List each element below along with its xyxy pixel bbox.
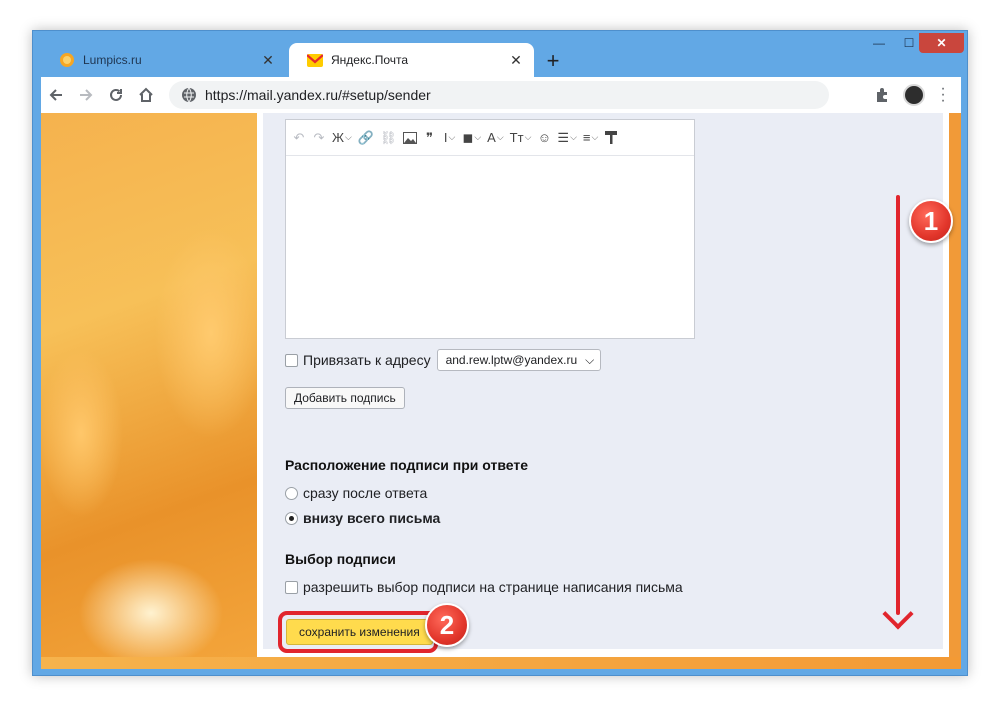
- placement-heading: Расположение подписи при ответе: [285, 457, 529, 473]
- emoji-icon[interactable]: ☺: [535, 127, 553, 149]
- bind-address-row: Привязать к адресу and.rew.lptw@yandex.r…: [285, 349, 602, 371]
- link-icon[interactable]: 🔗: [356, 127, 376, 149]
- tab-strip: Lumpics.ru ✕ Яндекс.Почта ✕ + — ☐ ✕: [33, 31, 967, 77]
- tab-close-icon[interactable]: ✕: [508, 52, 524, 68]
- page-viewport: ↶ ↷ Ж ⌵ 🔗 ⛓ ❞ I ⌵ ◼ ⌵ A ⌵ Tт ⌵ ☺ ☰ ⌵ ≡ ⌵…: [41, 113, 961, 669]
- orange-background-edge: [949, 113, 961, 669]
- annotation-highlight-box: [278, 611, 438, 653]
- signature-settings: ↶ ↷ Ж ⌵ 🔗 ⛓ ❞ I ⌵ ◼ ⌵ A ⌵ Tт ⌵ ☺ ☰ ⌵ ≡ ⌵…: [263, 113, 953, 653]
- globe-icon: [181, 87, 197, 103]
- font-color-icon[interactable]: A ⌵: [485, 127, 506, 149]
- align-icon[interactable]: ≡ ⌵: [581, 127, 600, 149]
- browser-window: Lumpics.ru ✕ Яндекс.Почта ✕ + — ☐ ✕ http…: [32, 30, 968, 676]
- allow-choice-label: разрешить выбор подписи на странице напи…: [303, 579, 683, 595]
- close-window-button[interactable]: ✕: [919, 33, 964, 53]
- image-icon[interactable]: [401, 127, 419, 149]
- choice-option-row[interactable]: разрешить выбор подписи на странице напи…: [285, 579, 683, 595]
- tab-title: Яндекс.Почта: [331, 53, 409, 67]
- tab-close-icon[interactable]: ✕: [260, 52, 276, 68]
- orange-background-image: [41, 113, 257, 669]
- bind-address-checkbox[interactable]: [285, 353, 298, 367]
- radio-after-reply[interactable]: [285, 486, 298, 500]
- bold-icon[interactable]: Ж ⌵: [330, 127, 354, 149]
- tab-title: Lumpics.ru: [83, 53, 142, 67]
- address-select[interactable]: and.rew.lptw@yandex.ru ⌵: [436, 349, 602, 371]
- editor-toolbar: ↶ ↷ Ж ⌵ 🔗 ⛓ ❞ I ⌵ ◼ ⌵ A ⌵ Tт ⌵ ☺ ☰ ⌵ ≡ ⌵: [286, 120, 694, 156]
- text-box-icon[interactable]: ◼ ⌵: [461, 127, 484, 149]
- lumpics-orange-icon: [59, 52, 75, 68]
- chevron-down-icon: ⌵: [585, 352, 595, 367]
- home-icon[interactable]: [131, 80, 161, 110]
- profile-avatar[interactable]: [903, 84, 925, 106]
- orange-background-bottom: [41, 657, 961, 669]
- format-paint-icon[interactable]: [602, 127, 620, 149]
- annotation-badge-2: 2: [425, 603, 469, 647]
- address-bar[interactable]: https://mail.yandex.ru/#setup/sender: [169, 81, 829, 109]
- address-select-value: and.rew.lptw@yandex.ru: [445, 353, 578, 367]
- choice-heading: Выбор подписи: [285, 551, 396, 567]
- tab-yandex-mail[interactable]: Яндекс.Почта ✕: [289, 43, 534, 77]
- placement-option-after-reply[interactable]: сразу после ответа: [285, 485, 427, 501]
- menu-dots-icon[interactable]: · · ·: [931, 81, 955, 109]
- annotation-scroll-arrow: [896, 195, 900, 615]
- radio-label: сразу после ответа: [303, 485, 428, 501]
- forward-arrow-icon[interactable]: [71, 80, 101, 110]
- list-icon[interactable]: ☰ ⌵: [555, 127, 578, 149]
- yandex-mail-icon: [307, 52, 323, 68]
- annotation-badge-1: 1: [909, 199, 953, 243]
- reload-icon[interactable]: [101, 80, 131, 110]
- annotation-arrow-head: [882, 598, 914, 630]
- browser-toolbar: https://mail.yandex.ru/#setup/sender · · ·: [41, 77, 961, 113]
- url-text: https://mail.yandex.ru/#setup/sender: [205, 87, 431, 103]
- radio-label: внизу всего письма: [303, 510, 441, 526]
- placement-option-bottom[interactable]: внизу всего письма: [285, 510, 440, 526]
- settings-panel: ↶ ↷ Ж ⌵ 🔗 ⛓ ❞ I ⌵ ◼ ⌵ A ⌵ Tт ⌵ ☺ ☰ ⌵ ≡ ⌵…: [257, 113, 953, 657]
- new-tab-button[interactable]: +: [539, 47, 567, 75]
- signature-editor[interactable]: ↶ ↷ Ж ⌵ 🔗 ⛓ ❞ I ⌵ ◼ ⌵ A ⌵ Tт ⌵ ☺ ☰ ⌵ ≡ ⌵: [285, 119, 695, 339]
- redo-icon[interactable]: ↷: [310, 127, 328, 149]
- unlink-icon[interactable]: ⛓: [378, 127, 399, 149]
- allow-choice-checkbox[interactable]: [285, 580, 298, 594]
- radio-bottom[interactable]: [285, 511, 298, 525]
- bind-address-label: Привязать к адресу: [303, 352, 431, 368]
- minimize-button[interactable]: —: [865, 33, 893, 53]
- tab-lumpics[interactable]: Lumpics.ru ✕: [41, 43, 286, 77]
- quote-icon[interactable]: ❞: [421, 127, 439, 149]
- undo-icon[interactable]: ↶: [290, 127, 308, 149]
- add-signature-button[interactable]: Добавить подпись: [285, 387, 405, 409]
- extensions-puzzle-icon[interactable]: [867, 80, 897, 110]
- italic-icon[interactable]: I ⌵: [441, 127, 459, 149]
- back-arrow-icon[interactable]: [41, 80, 71, 110]
- font-size-icon[interactable]: Tт ⌵: [508, 127, 534, 149]
